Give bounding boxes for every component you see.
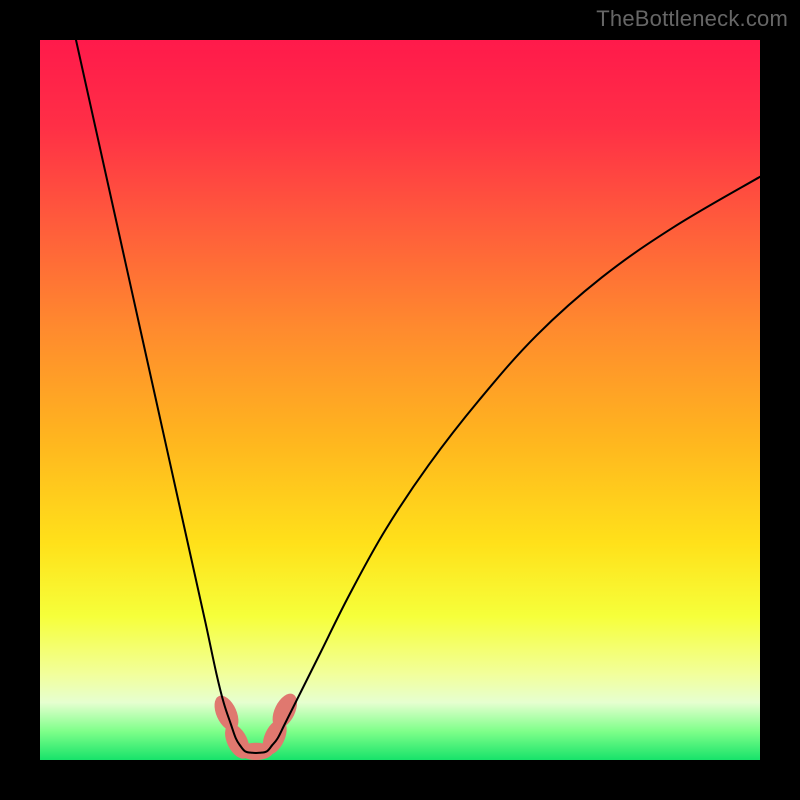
plot-area: [40, 40, 760, 760]
watermark-text: TheBottleneck.com: [596, 6, 788, 32]
curve-left-arm: [76, 40, 240, 746]
chart-frame: TheBottleneck.com: [0, 0, 800, 800]
curve-right-arm: [272, 177, 760, 746]
curve-layer: [40, 40, 760, 760]
